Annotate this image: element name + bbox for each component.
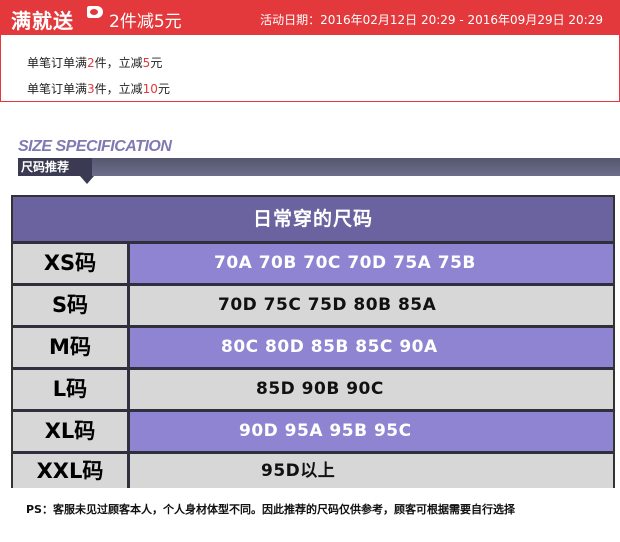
size-recommend-tab: 尺码推荐	[18, 158, 92, 176]
size-label: XXL码	[13, 454, 127, 488]
table-row: S码 70D 75C 75D 80B 85A	[13, 286, 613, 325]
rule-suffix: 元	[150, 56, 163, 70]
rule-middle: 件，立减	[94, 82, 143, 96]
rule-count: 3	[87, 82, 95, 96]
size-values: 95D以上	[130, 454, 613, 488]
table-row: M码 80C 80D 85B 85C 90A	[13, 328, 613, 367]
size-label: XL码	[13, 412, 127, 451]
rule-middle: 件，立减	[94, 56, 143, 70]
promotion-title: 满就送	[11, 9, 74, 33]
size-values: 85D 90B 90C	[130, 370, 613, 409]
promotion-rule: 单笔订单满2件，立减5元	[27, 54, 162, 71]
size-label: M码	[13, 328, 127, 367]
promotion-header-bar: 满就送 2件减5元 活动日期：2016年02月12日 20:29 - 2016年…	[1, 1, 619, 35]
size-disclaimer: PS：客服未见过顾客本人，个人身材体型不同。因此推荐的尺码仅供参考，顾客可根据需…	[26, 503, 515, 516]
size-values: 70D 75C 75D 80B 85A	[130, 286, 613, 325]
size-label: L码	[13, 370, 127, 409]
table-row: XL码 90D 95A 95B 95C	[13, 412, 613, 451]
rule-prefix: 单笔订单满	[27, 82, 88, 96]
size-label: S码	[13, 286, 127, 325]
size-label: XS码	[13, 244, 127, 283]
size-values: 90D 95A 95B 95C	[130, 412, 613, 451]
size-values: 80C 80D 85B 85C 90A	[130, 328, 613, 367]
size-specification-title: SIZE SPECIFICATION	[18, 138, 172, 155]
table-row: XS码 70A 70B 70C 70D 75A 75B	[13, 244, 613, 283]
table-row: L码 85D 90B 90C	[13, 370, 613, 409]
table-row: XXL码 95D以上	[13, 454, 613, 488]
flag-icon	[87, 6, 103, 18]
promotion-subtitle: 2件减5元	[109, 12, 182, 32]
promotion-rule: 单笔订单满3件，立减10元	[27, 80, 170, 97]
size-table-header: 日常穿的尺码	[13, 197, 613, 241]
tab-pointer-icon	[80, 176, 94, 184]
promotion-date-range: 活动日期：2016年02月12日 20:29 - 2016年09月29日 20:…	[260, 13, 603, 27]
rule-suffix: 元	[157, 82, 170, 96]
rule-prefix: 单笔订单满	[27, 56, 88, 70]
size-table: 日常穿的尺码 XS码 70A 70B 70C 70D 75A 75B S码 70…	[11, 195, 615, 488]
rule-amount: 10	[142, 82, 158, 96]
size-values: 70A 70B 70C 70D 75A 75B	[130, 244, 613, 283]
section-divider-bar	[18, 158, 620, 176]
rule-count: 2	[87, 56, 95, 70]
promotion-panel: 满就送 2件减5元 活动日期：2016年02月12日 20:29 - 2016年…	[0, 0, 620, 102]
